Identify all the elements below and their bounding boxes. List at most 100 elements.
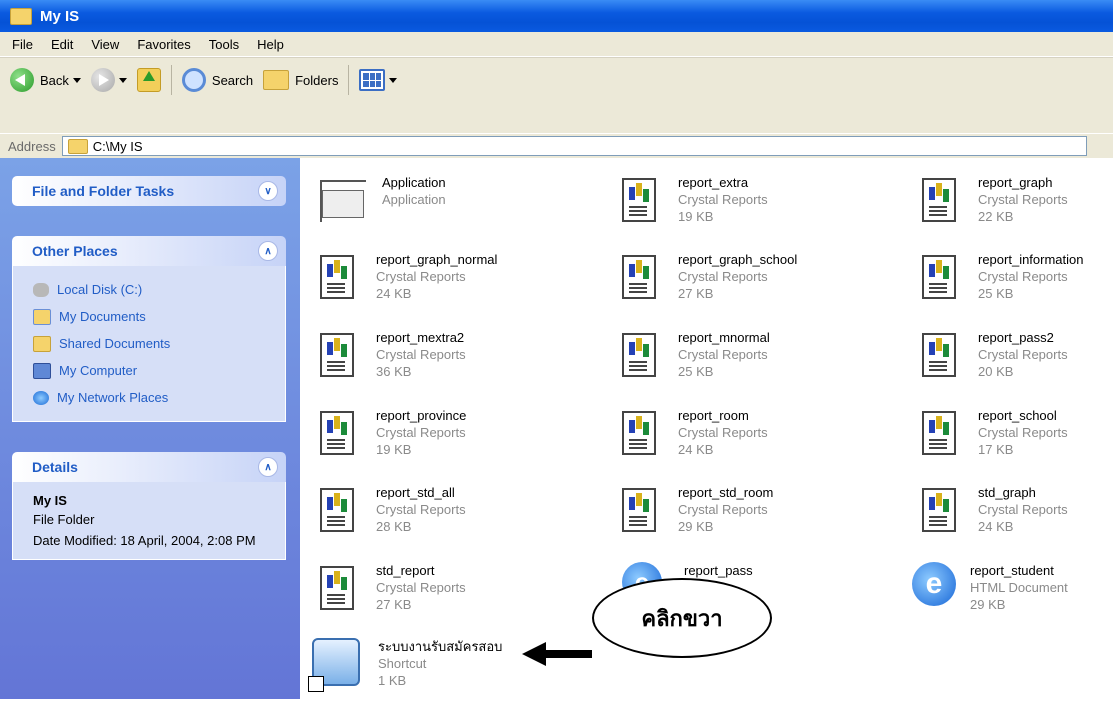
panel-title: Details <box>32 459 78 475</box>
details-name: My IS <box>33 493 67 508</box>
search-button[interactable]: Search <box>181 68 253 92</box>
collapse-chevron-icon[interactable]: ∧ <box>258 241 278 261</box>
toolbar: Back Search Folders <box>0 57 1113 103</box>
menu-help[interactable]: Help <box>257 37 284 52</box>
sidebar-item-my-computer[interactable]: My Computer <box>33 357 285 384</box>
panel-body: Local Disk (C:) My Documents Shared Docu… <box>12 266 286 422</box>
file-item[interactable]: report_information Crystal Reports 25 KB <box>922 251 1112 329</box>
file-size: 24 KB <box>678 442 714 457</box>
sidebar-item-my-documents[interactable]: My Documents <box>33 303 285 330</box>
menu-edit[interactable]: Edit <box>51 37 73 52</box>
file-item[interactable]: report_std_room Crystal Reports 29 KB <box>622 484 912 562</box>
file-type: Crystal Reports <box>376 347 466 362</box>
views-button[interactable] <box>359 69 398 91</box>
menu-file[interactable]: File <box>12 37 33 52</box>
file-item[interactable]: std_graph Crystal Reports 24 KB <box>922 484 1112 562</box>
arrow-shaft <box>544 650 592 658</box>
file-item[interactable]: report_graph_normal Crystal Reports 24 K… <box>320 251 610 329</box>
forward-button[interactable] <box>90 68 127 92</box>
file-item[interactable]: report_pass2 Crystal Reports 20 KB <box>922 329 1112 407</box>
address-value: C:\My IS <box>92 138 143 154</box>
file-meta: report_mextra2 Crystal Reports 36 KB <box>376 329 466 407</box>
file-name: report_graph_normal <box>376 252 498 267</box>
file-meta: report_school Crystal Reports 17 KB <box>978 407 1068 485</box>
file-name: Application <box>382 175 446 190</box>
crystal-report-icon <box>922 488 956 532</box>
file-meta: report_province Crystal Reports 19 KB <box>376 407 466 485</box>
file-size: 25 KB <box>978 286 1014 301</box>
file-size: 29 KB <box>678 519 714 534</box>
arrow-head-icon <box>522 642 546 666</box>
file-item[interactable]: e report_student HTML Document 29 KB <box>912 562 1112 640</box>
details-panel: Details ∧ My IS File Folder Date Modifie… <box>12 452 286 560</box>
sidebar-item-shared-documents[interactable]: Shared Documents <box>33 330 285 357</box>
file-item[interactable]: report_room Crystal Reports 24 KB <box>622 407 912 485</box>
file-item[interactable]: report_extra Crystal Reports 19 KB <box>622 174 912 252</box>
folder-icon <box>10 7 32 25</box>
file-type: Application <box>382 192 446 207</box>
address-input[interactable]: C:\My IS <box>61 136 1087 156</box>
crystal-report-icon <box>320 411 354 455</box>
sidebar-item-local-disk[interactable]: Local Disk (C:) <box>33 276 285 303</box>
file-type: Crystal Reports <box>376 269 466 284</box>
sidebar-item-label: My Network Places <box>57 390 169 405</box>
sidebar-item-label: My Documents <box>59 309 146 324</box>
crystal-report-icon <box>622 333 656 377</box>
file-size: 36 KB <box>376 364 412 379</box>
file-name: report_pass <box>684 563 753 578</box>
chevron-down-icon <box>118 77 127 83</box>
file-name: report_student <box>970 563 1054 578</box>
back-button[interactable]: Back <box>10 68 81 92</box>
search-icon <box>181 68 206 92</box>
file-item[interactable]: report_graph_school Crystal Reports 27 K… <box>622 251 912 329</box>
menu-tools[interactable]: Tools <box>209 37 239 52</box>
file-type: Crystal Reports <box>678 502 768 517</box>
toolbar-divider <box>170 65 172 95</box>
folders-button[interactable]: Folders <box>263 70 338 90</box>
sidebar-item-label: My Computer <box>59 363 138 378</box>
crystal-report-icon <box>922 178 956 222</box>
file-size: 1 KB <box>378 673 407 688</box>
file-meta: std_report Crystal Reports 27 KB <box>376 562 466 640</box>
menu-favorites[interactable]: Favorites <box>137 37 190 52</box>
file-size: 20 KB <box>978 364 1014 379</box>
file-size: 29 KB <box>970 597 1006 612</box>
callout-text: คลิกขวา <box>641 605 723 631</box>
crystal-report-icon <box>320 566 354 610</box>
panel-header[interactable]: File and Folder Tasks ∨ <box>12 176 286 206</box>
file-type: Crystal Reports <box>678 425 768 440</box>
file-item[interactable]: report_mextra2 Crystal Reports 36 KB <box>320 329 610 407</box>
expand-chevron-icon[interactable]: ∨ <box>258 181 278 201</box>
sidebar-item-my-network-places[interactable]: My Network Places <box>33 384 285 411</box>
chevron-down-icon <box>72 77 81 83</box>
crystal-report-icon <box>320 333 354 377</box>
views-icon <box>359 69 386 91</box>
file-name: report_province <box>376 408 467 423</box>
file-type: Crystal Reports <box>376 580 466 595</box>
address-label: Address <box>8 138 56 154</box>
panel-header[interactable]: Details ∧ <box>12 452 286 482</box>
file-item[interactable]: report_graph Crystal Reports 22 KB <box>922 174 1112 252</box>
file-meta: report_graph_normal Crystal Reports 24 K… <box>376 251 497 329</box>
file-item[interactable]: report_province Crystal Reports 19 KB <box>320 407 610 485</box>
collapse-chevron-icon[interactable]: ∧ <box>258 457 278 477</box>
file-name: report_mextra2 <box>376 330 465 345</box>
file-item[interactable]: std_report Crystal Reports 27 KB <box>320 562 610 640</box>
file-meta: ระบบงานรับสมัครสอบ Shortcut 1 KB <box>378 638 502 716</box>
file-size: 25 KB <box>678 364 714 379</box>
file-item[interactable]: report_std_all Crystal Reports 28 KB <box>320 484 610 562</box>
file-meta: report_room Crystal Reports 24 KB <box>678 407 768 485</box>
file-meta: report_student HTML Document 29 KB <box>970 562 1068 640</box>
up-button[interactable] <box>136 68 161 92</box>
file-item[interactable]: Application Application <box>320 174 610 252</box>
file-item[interactable]: report_school Crystal Reports 17 KB <box>922 407 1112 485</box>
folders-label: Folders <box>295 72 339 88</box>
panel-header[interactable]: Other Places ∧ <box>12 236 286 266</box>
crystal-report-icon <box>622 411 656 455</box>
panel-title: File and Folder Tasks <box>32 183 175 199</box>
network-icon <box>33 390 49 405</box>
file-item[interactable]: report_mnormal Crystal Reports 25 KB <box>622 329 912 407</box>
crystal-report-icon <box>622 488 656 532</box>
menu-view[interactable]: View <box>91 37 119 52</box>
file-meta: report_information Crystal Reports 25 KB <box>978 251 1084 329</box>
